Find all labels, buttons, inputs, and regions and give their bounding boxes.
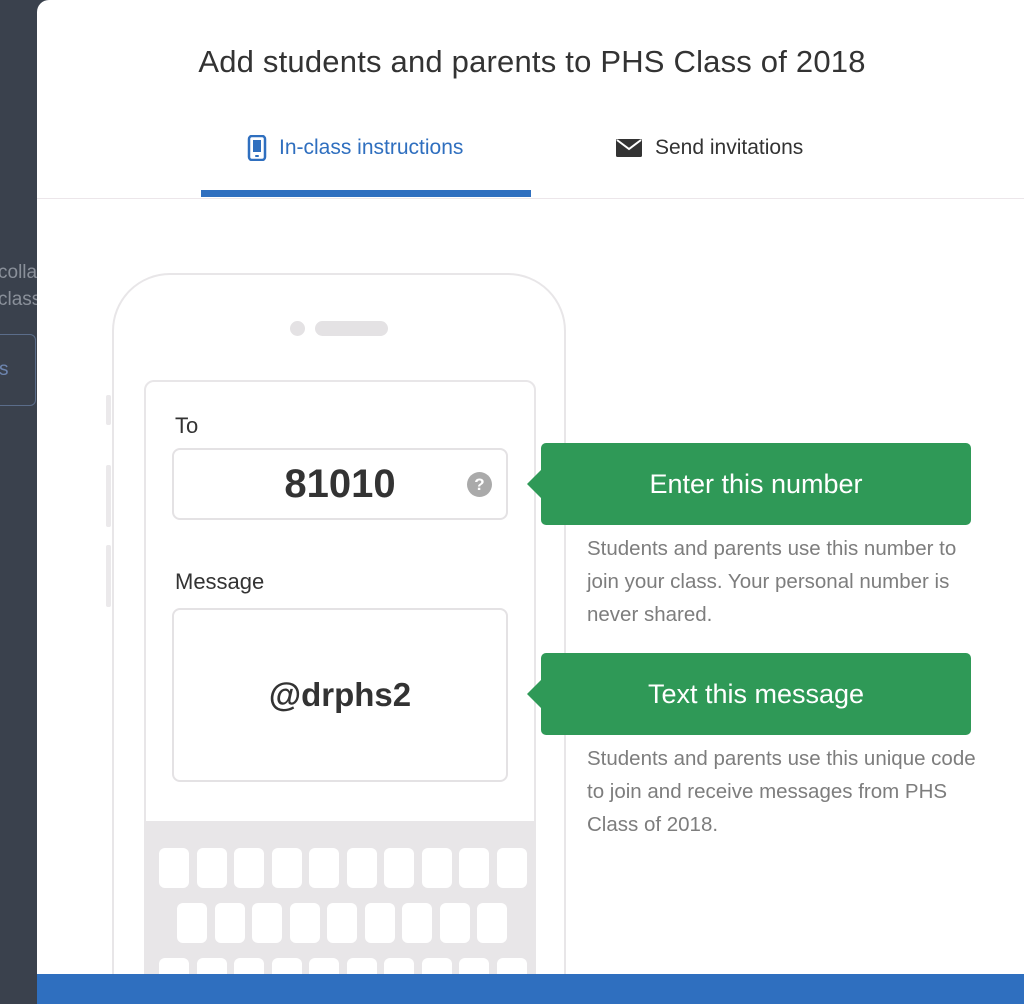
- message-label: Message: [175, 569, 265, 594]
- keyboard-key: [402, 903, 432, 943]
- tab-send-invitations[interactable]: Send invitations: [615, 128, 803, 168]
- message-code-value: @drphs2: [268, 676, 412, 713]
- keyboard-key: [177, 903, 207, 943]
- enter-number-callout: Enter this number: [527, 443, 971, 525]
- message-field: @drphs2: [172, 608, 508, 782]
- enter-number-description: Students and parents use this number to …: [587, 537, 957, 626]
- callout-title: Text this message: [647, 678, 865, 709]
- tab-in-class-instructions[interactable]: In-class instructions: [247, 128, 463, 168]
- to-label: To: [175, 413, 199, 438]
- phone-side-button: [106, 465, 111, 527]
- text-message-description: Students and parents use this unique cod…: [587, 747, 976, 836]
- keyboard-key: [159, 848, 189, 888]
- keyboard-key: [214, 903, 245, 943]
- keyboard-key: [196, 848, 227, 888]
- phone-icon: [247, 135, 267, 161]
- background-button: s: [0, 334, 36, 406]
- add-members-modal: Add students and parents to PHS Class of…: [37, 0, 1024, 1004]
- to-number-field: 81010 ?: [172, 448, 508, 520]
- bottom-action-bar: [37, 974, 1024, 1004]
- keyboard-key: [252, 903, 282, 943]
- background-text-line-2: class: [0, 289, 42, 310]
- tab-label: Send invitations: [655, 136, 804, 159]
- keyboard-key: [439, 903, 470, 943]
- tab-label: In-class instructions: [279, 136, 464, 159]
- phone-side-button: [106, 395, 111, 425]
- keyboard-key: [384, 848, 414, 888]
- keyboard-key: [327, 903, 357, 943]
- keyboard-key: [364, 903, 395, 943]
- phone-side-button: [106, 545, 111, 607]
- help-icon[interactable]: ?: [467, 472, 492, 497]
- background-button-label: s: [0, 359, 9, 380]
- phone-screen: To 81010 ? Message @drphs2: [144, 380, 536, 1000]
- keyboard-key: [234, 848, 264, 888]
- modal-title: Add students and parents to PHS Class of…: [198, 44, 866, 79]
- background-text-line-1: colla: [0, 262, 38, 283]
- to-number-value: 81010: [284, 461, 396, 506]
- keyboard-key: [421, 848, 452, 888]
- header-divider: [37, 198, 1024, 199]
- keyboard-key: [309, 848, 339, 888]
- keyboard-key: [459, 848, 489, 888]
- keyboard-key: [289, 903, 320, 943]
- phone-speaker: [315, 321, 388, 336]
- text-message-callout: Text this message: [527, 653, 971, 735]
- callout-title: Enter this number: [649, 468, 863, 499]
- keyboard-key: [496, 848, 527, 888]
- envelope-icon: [615, 138, 643, 158]
- phone-camera: [290, 321, 305, 336]
- keyboard-key: [346, 848, 377, 888]
- keyboard-key: [477, 903, 507, 943]
- active-tab-indicator: [201, 190, 531, 197]
- keyboard-key: [271, 848, 302, 888]
